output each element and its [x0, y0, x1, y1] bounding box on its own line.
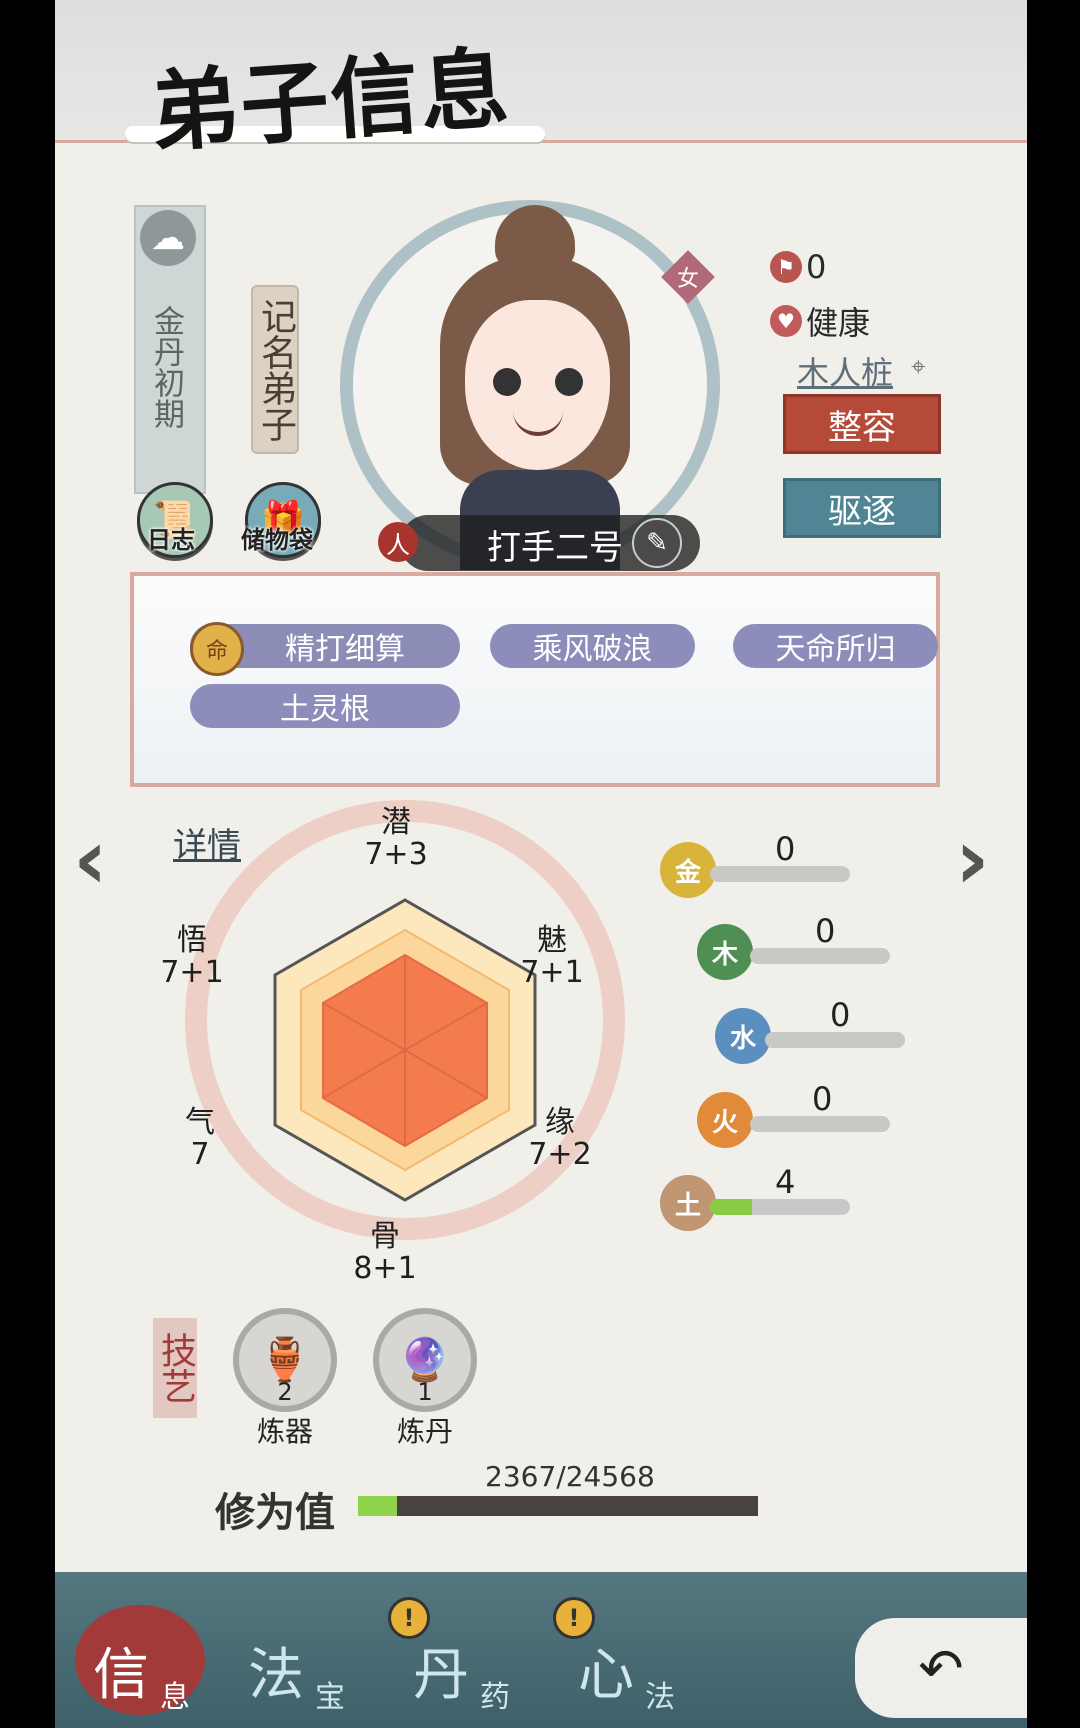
disciple-info-screen: 弟子信息 ☁ 金丹初期 记名弟子 📜 日志 🎁 储物袋 女 人 打手二号 ✎ ⚑… — [55, 0, 1027, 1728]
storage-bag-label: 储物袋 — [241, 526, 313, 554]
element-icon: 金 — [660, 842, 716, 898]
prev-disciple-arrow-icon[interactable]: ‹ — [73, 810, 108, 908]
radar-label-luck: 缘 7+2 — [528, 1105, 592, 1172]
rank-title-tag: 记名弟子 — [251, 285, 299, 454]
back-arrow-icon: ↶ — [918, 1636, 964, 1700]
element-bar — [710, 1199, 850, 1215]
cultivation-progress-bar — [358, 1496, 758, 1516]
nav-tab-sub-0: 息 — [160, 1680, 190, 1715]
location-link[interactable]: 木人桩 — [797, 348, 893, 394]
mood-icon: ⚑ — [770, 251, 802, 283]
cultivation-label: 修为值 — [215, 1489, 335, 1536]
makeover-button[interactable]: 整容 — [783, 394, 941, 454]
page-title: 弟子信息 — [147, 35, 514, 165]
cloud-emblem-icon: ☁ — [140, 210, 196, 266]
nav-tab-sub-1: 宝 — [315, 1680, 345, 1715]
radar-label-qi: 气7 — [185, 1105, 215, 1172]
element-value: 0 — [830, 996, 851, 1034]
radar-label-insight: 悟 7+1 — [160, 923, 224, 990]
trait-tag[interactable]: 乘风破浪 — [490, 624, 695, 668]
radar-label-charm: 魅 7+1 — [520, 923, 584, 990]
trait-tag[interactable]: 土灵根 — [190, 684, 460, 728]
radar-label-bone: 骨 8+1 — [353, 1219, 417, 1286]
element-bar — [765, 1032, 905, 1048]
mood-stat: ⚑ 0 — [770, 248, 826, 286]
skill-count: 1 — [417, 1378, 433, 1406]
detail-link[interactable]: 详情 — [173, 818, 241, 867]
portrait-face — [465, 300, 610, 470]
traits-panel — [130, 572, 940, 787]
nav-tab-2[interactable]: 丹 — [413, 1630, 469, 1711]
expel-button[interactable]: 驱逐 — [783, 478, 941, 538]
portrait-eye — [555, 368, 583, 396]
element-bar — [750, 948, 890, 964]
skill-count: 2 — [277, 1378, 293, 1406]
nav-tab-0[interactable]: 信 — [93, 1630, 149, 1711]
element-bar — [710, 866, 850, 882]
skill-name: 炼器 — [256, 1415, 313, 1448]
element-value: 4 — [775, 1163, 796, 1201]
element-value: 0 — [775, 830, 796, 868]
realm-label: 金丹初期 — [148, 305, 184, 429]
brush-icon: ✎ — [646, 528, 668, 558]
trait-label: 精打细算 — [285, 632, 405, 667]
rename-brush-button[interactable]: ✎ — [632, 518, 682, 568]
fate-icon: 命 — [190, 622, 244, 676]
element-icon: 火 — [697, 1092, 753, 1148]
skill-name: 炼丹 — [396, 1415, 453, 1448]
nav-tab-1[interactable]: 法 — [248, 1630, 304, 1711]
trait-tag[interactable]: 天命所归 — [733, 624, 938, 668]
mood-value: 0 — [806, 248, 827, 286]
element-value: 0 — [812, 1080, 833, 1118]
next-disciple-arrow-icon[interactable]: › — [955, 810, 990, 908]
element-icon: 土 — [660, 1175, 716, 1231]
health-stat: ♥ 健康 — [770, 298, 870, 344]
element-bar — [750, 1116, 890, 1132]
character-name: 打手二号 — [487, 528, 623, 568]
gender-label: 女 — [676, 266, 700, 292]
heart-icon: ♥ — [770, 305, 802, 337]
portrait-eye — [493, 368, 521, 396]
skills-tag: 技艺 — [153, 1318, 197, 1418]
nav-tab-3[interactable]: 心 — [578, 1630, 634, 1711]
radar-label-potential: 潜 7+3 — [364, 805, 428, 872]
health-status: 健康 — [806, 304, 871, 342]
element-bar-fill — [710, 1199, 752, 1215]
element-icon: 木 — [697, 924, 753, 980]
nav-tab-sub-3: 法 — [645, 1680, 675, 1715]
cultivation-progress-fill — [358, 1496, 397, 1516]
cultivation-value: 2367/24568 — [485, 1460, 655, 1493]
log-label: 日志 — [147, 526, 195, 554]
element-icon: 水 — [715, 1008, 771, 1064]
nav-tab-sub-2: 药 — [480, 1680, 510, 1715]
back-button[interactable]: ↶ — [855, 1618, 1027, 1718]
race-badge: 人 — [378, 522, 418, 562]
location-pin-icon: ⌖ — [911, 352, 926, 382]
element-value: 0 — [815, 912, 836, 950]
